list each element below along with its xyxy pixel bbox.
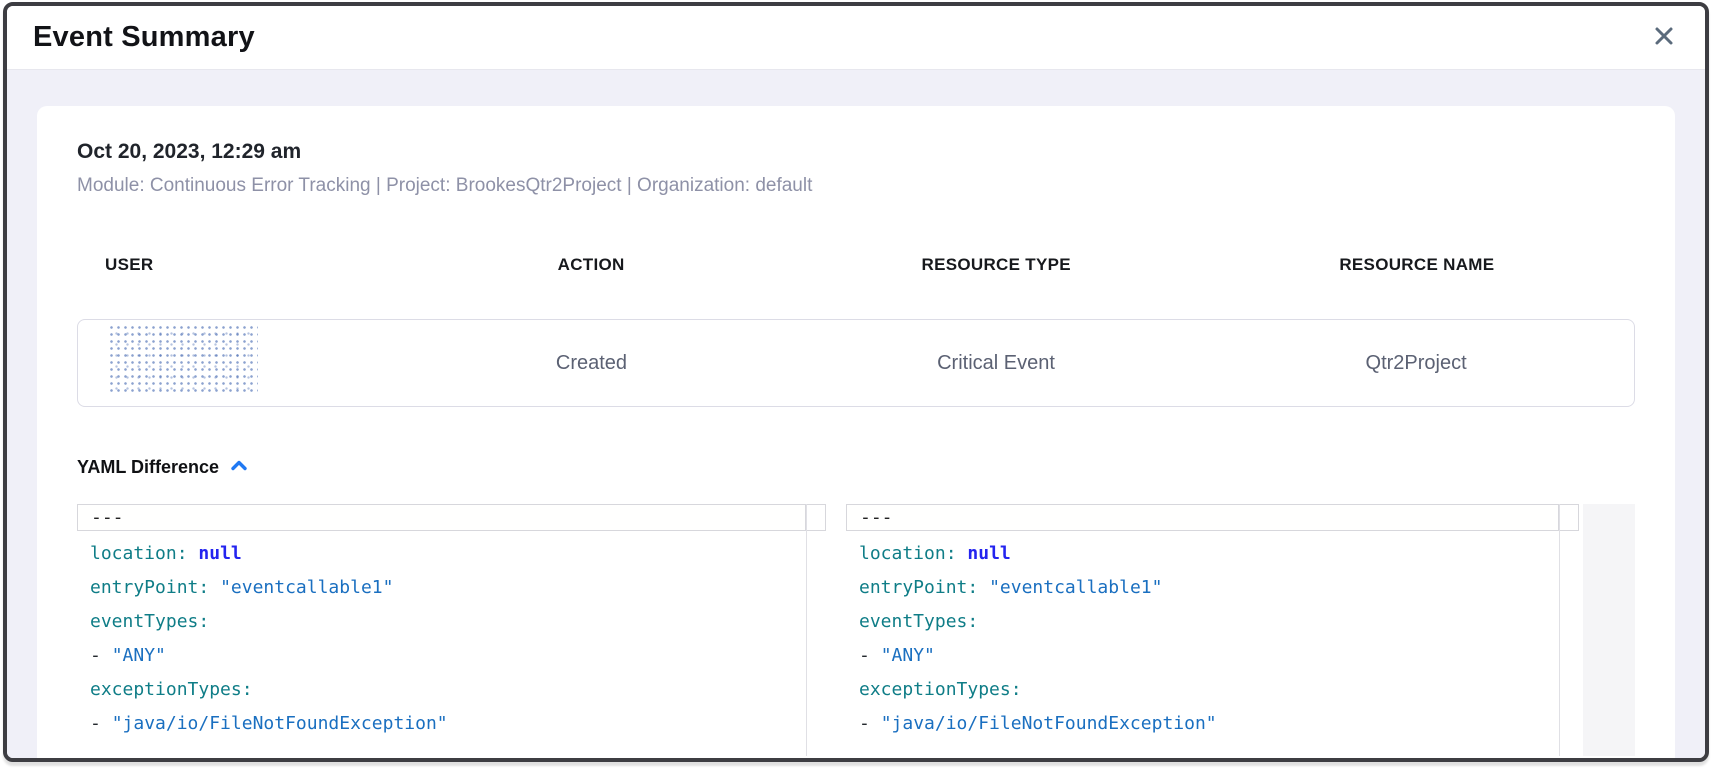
resource-type-cell: Critical Event — [794, 352, 1199, 375]
yaml-code-line: entryPoint: "eventcallable1" — [90, 571, 806, 605]
column-header-resource-type: RESOURCE TYPE — [794, 255, 1199, 275]
yaml-code-line: - "java/io/FileNotFoundException" — [90, 707, 806, 741]
yaml-panel-right-wrap: --- location: nullentryPoint: "eventcall… — [846, 504, 1635, 756]
yaml-code-line: location: null — [859, 537, 1559, 571]
yaml-code-line: exceptionTypes: — [859, 673, 1559, 707]
column-header-action: ACTION — [389, 255, 794, 275]
column-header-resource-name: RESOURCE NAME — [1199, 255, 1635, 275]
yaml-code-line: eventTypes: — [90, 605, 806, 639]
yaml-diff-panels: --- location: nullentryPoint: "eventcall… — [77, 504, 1635, 756]
resource-name-cell: Qtr2Project — [1198, 352, 1634, 375]
event-summary-card: Oct 20, 2023, 12:29 am Module: Continuou… — [37, 106, 1675, 762]
action-cell: Created — [389, 352, 794, 375]
yaml-code-line: - "java/io/FileNotFoundException" — [859, 707, 1559, 741]
redacted-user-avatar — [108, 324, 258, 396]
event-timestamp: Oct 20, 2023, 12:29 am — [77, 140, 1635, 164]
yaml-right-document-start-line: --- — [846, 504, 1559, 531]
yaml-panel-right-lines: location: nullentryPoint: "eventcallable… — [846, 531, 1559, 756]
modal-body: Oct 20, 2023, 12:29 am Module: Continuou… — [7, 70, 1705, 762]
column-header-user: USER — [77, 255, 389, 275]
yaml-left-scrollbar[interactable] — [806, 504, 826, 756]
yaml-left-scrollbar-top — [807, 504, 826, 531]
yaml-right-scrollbar-top — [1560, 504, 1579, 531]
user-cell — [78, 324, 389, 402]
yaml-code-line: location: null — [90, 537, 806, 571]
yaml-panel-left-lines: location: nullentryPoint: "eventcallable… — [77, 531, 806, 756]
table-row: Created Critical Event Qtr2Project — [77, 319, 1635, 407]
yaml-code-line: - "ANY" — [859, 639, 1559, 673]
yaml-code-line: eventTypes: — [859, 605, 1559, 639]
yaml-panel-left: --- location: nullentryPoint: "eventcall… — [77, 504, 826, 756]
modal-window: Event Summary Oct 20, 2023, 12:29 am Mod… — [3, 2, 1709, 762]
yaml-right-scrollbar[interactable] — [1559, 504, 1579, 756]
table-header-row: USER ACTION RESOURCE TYPE RESOURCE NAME — [77, 255, 1635, 275]
yaml-difference-label: YAML Difference — [77, 457, 219, 478]
chevron-up-icon — [230, 459, 248, 477]
event-meta: Module: Continuous Error Tracking | Proj… — [77, 175, 1635, 197]
yaml-difference-toggle[interactable]: YAML Difference — [77, 457, 248, 478]
close-icon — [1652, 24, 1676, 51]
yaml-code-line: - "ANY" — [90, 639, 806, 673]
modal-header: Event Summary — [7, 6, 1705, 70]
yaml-left-document-start-line: --- — [77, 504, 806, 531]
yaml-code-line: exceptionTypes: — [90, 673, 806, 707]
close-button[interactable] — [1649, 23, 1679, 53]
yaml-panel-right: --- location: nullentryPoint: "eventcall… — [846, 504, 1579, 756]
yaml-right-gutter — [1583, 504, 1635, 756]
yaml-code-line: entryPoint: "eventcallable1" — [859, 571, 1559, 605]
modal-title: Event Summary — [33, 21, 255, 54]
